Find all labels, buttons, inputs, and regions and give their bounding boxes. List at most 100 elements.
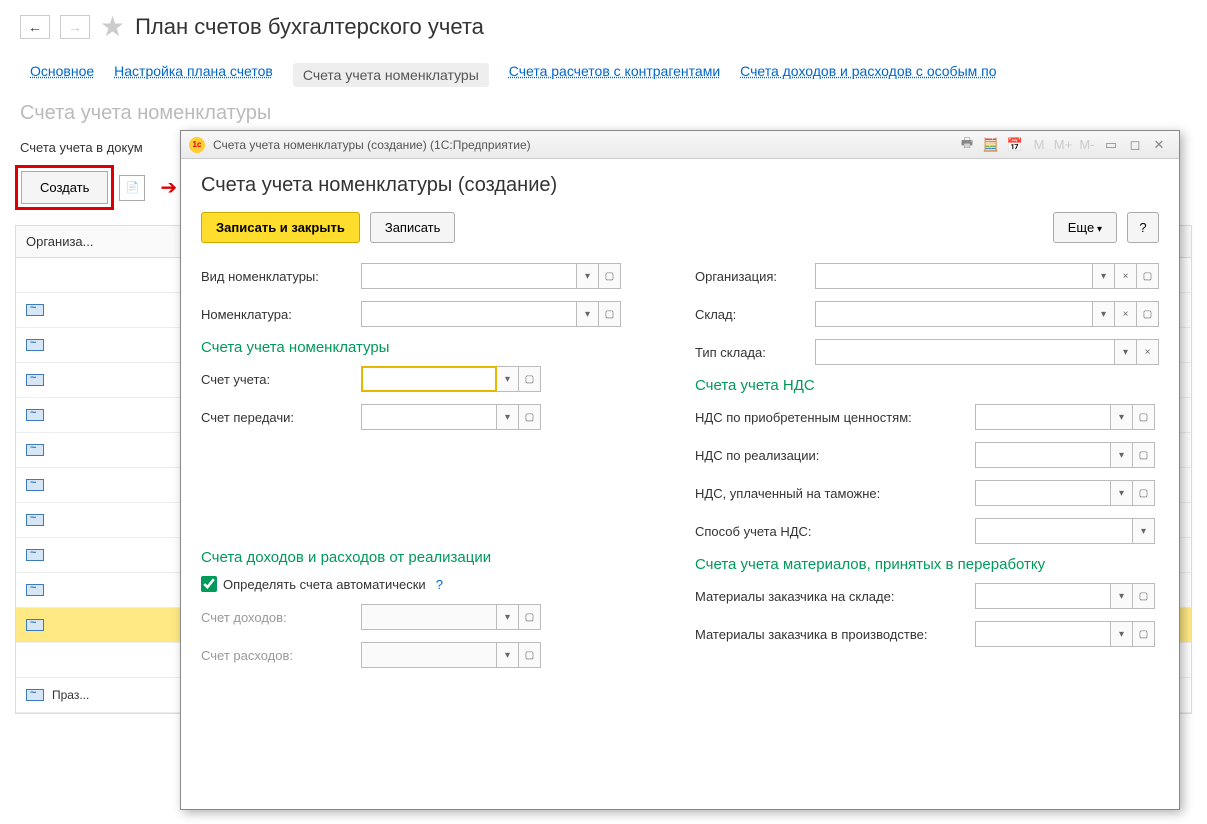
row-icon <box>26 549 44 561</box>
dropdown-icon[interactable]: ▾ <box>497 366 519 392</box>
label-org: Организация: <box>695 269 815 284</box>
dialog-titlebar-text: Счета учета номенклатуры (создание) (1С:… <box>213 138 531 152</box>
row-icon <box>26 514 44 526</box>
clear-icon[interactable]: × <box>1115 263 1137 289</box>
calc-icon[interactable]: 🧮 <box>981 135 1001 155</box>
tab-main[interactable]: Основное <box>30 63 94 87</box>
dropdown-icon[interactable]: ▾ <box>1115 339 1137 365</box>
row-icon <box>26 374 44 386</box>
save-close-button[interactable]: Записать и закрыть <box>201 212 360 243</box>
input-sposob-nds[interactable] <box>975 518 1133 544</box>
label-nomenklatura: Номенклатура: <box>201 307 361 322</box>
tab-income-expense[interactable]: Счета доходов и расходов с особым по <box>740 63 996 87</box>
open-icon[interactable]: ▢ <box>1137 263 1159 289</box>
dropdown-icon[interactable]: ▾ <box>1111 442 1133 468</box>
open-icon: ▢ <box>519 642 541 668</box>
input-schet-ucheta[interactable] <box>361 366 497 392</box>
section-subtitle: Счета учета номенклатуры <box>0 97 1207 130</box>
arrow-annotation-icon: ➔ <box>160 175 177 200</box>
dropdown-icon[interactable]: ▾ <box>577 263 599 289</box>
open-icon[interactable]: ▢ <box>1133 621 1155 647</box>
tab-counterparty-accounts[interactable]: Счета расчетов с контрагентами <box>509 63 720 87</box>
minimize-icon[interactable]: ▭ <box>1101 135 1121 155</box>
save-button[interactable]: Записать <box>370 212 456 243</box>
open-icon[interactable]: ▢ <box>1133 480 1155 506</box>
label-vid-nom: Вид номенклатуры: <box>201 269 361 284</box>
input-nds-tamozh[interactable] <box>975 480 1111 506</box>
maximize-icon[interactable]: ◻ <box>1125 135 1145 155</box>
label-nds-priobr: НДС по приобретенным ценностям: <box>695 410 975 425</box>
calendar-icon[interactable]: 📅 <box>1005 135 1025 155</box>
label-mat-proizv: Материалы заказчика в производстве: <box>695 627 975 642</box>
dialog-titlebar[interactable]: 1c Счета учета номенклатуры (создание) (… <box>181 131 1179 159</box>
dropdown-icon[interactable]: ▾ <box>1111 404 1133 430</box>
open-icon[interactable]: ▢ <box>1133 442 1155 468</box>
dropdown-icon[interactable]: ▾ <box>1093 301 1115 327</box>
create-highlight: Создать <box>15 165 114 210</box>
label-auto-accounts: Определять счета автоматически <box>223 577 426 592</box>
row-icon <box>26 304 44 316</box>
dropdown-icon[interactable]: ▾ <box>1111 621 1133 647</box>
open-icon[interactable]: ▢ <box>1133 583 1155 609</box>
section-nom-accounts: Счета учета номенклатуры <box>201 339 665 356</box>
input-schet-rashodov <box>361 642 497 668</box>
dropdown-icon[interactable]: ▾ <box>577 301 599 327</box>
label-nds-real: НДС по реализации: <box>695 448 975 463</box>
help-hint-icon[interactable]: ? <box>436 577 443 592</box>
checkbox-auto-accounts[interactable] <box>201 576 217 592</box>
open-icon[interactable]: ▢ <box>1133 404 1155 430</box>
dropdown-icon[interactable]: ▾ <box>1133 518 1155 544</box>
open-icon[interactable]: ▢ <box>599 301 621 327</box>
input-org[interactable] <box>815 263 1093 289</box>
input-nds-priobr[interactable] <box>975 404 1111 430</box>
row-label: Праз... <box>52 688 89 702</box>
label-schet-peredachi: Счет передачи: <box>201 410 361 425</box>
row-icon <box>26 584 44 596</box>
dropdown-icon[interactable]: ▾ <box>497 404 519 430</box>
input-nomenklatura[interactable] <box>361 301 577 327</box>
open-icon[interactable]: ▢ <box>519 404 541 430</box>
label-sposob-nds: Способ учета НДС: <box>695 524 975 539</box>
input-mat-proizv[interactable] <box>975 621 1111 647</box>
input-schet-peredachi[interactable] <box>361 404 497 430</box>
input-vid-nom[interactable] <box>361 263 577 289</box>
row-icon <box>26 479 44 491</box>
input-nds-real[interactable] <box>975 442 1111 468</box>
dialog-window: 1c Счета учета номенклатуры (создание) (… <box>180 130 1180 810</box>
label-schet-ucheta: Счет учета: <box>201 372 361 387</box>
favorite-star-icon[interactable]: ★ <box>100 10 125 43</box>
page-title: План счетов бухгалтерского учета <box>135 14 484 40</box>
open-icon: ▢ <box>519 604 541 630</box>
dropdown-icon[interactable]: ▾ <box>1111 480 1133 506</box>
m-icon[interactable]: M <box>1029 135 1049 155</box>
open-icon[interactable]: ▢ <box>519 366 541 392</box>
input-mat-sklad[interactable] <box>975 583 1111 609</box>
create-button[interactable]: Создать <box>21 171 108 204</box>
tab-plan-settings[interactable]: Настройка плана счетов <box>114 63 273 87</box>
dropdown-icon[interactable]: ▾ <box>1093 263 1115 289</box>
mminus-icon[interactable]: M- <box>1077 135 1097 155</box>
create-copy-button[interactable]: 📄 <box>119 175 145 201</box>
clear-icon[interactable]: × <box>1137 339 1159 365</box>
clear-icon[interactable]: × <box>1115 301 1137 327</box>
open-icon[interactable]: ▢ <box>1137 301 1159 327</box>
close-icon[interactable]: ✕ <box>1149 135 1169 155</box>
print-icon[interactable]: 🖶 <box>957 135 977 155</box>
label-sklad: Склад: <box>695 307 815 322</box>
tab-nomenclature-accounts[interactable]: Счета учета номенклатуры <box>293 63 489 87</box>
nav-forward-button[interactable]: → <box>60 15 90 39</box>
input-sklad[interactable] <box>815 301 1093 327</box>
more-button[interactable]: Еще <box>1053 212 1117 243</box>
dropdown-icon[interactable]: ▾ <box>1111 583 1133 609</box>
open-icon[interactable]: ▢ <box>599 263 621 289</box>
section-income-expense: Счета доходов и расходов от реализации <box>201 549 665 566</box>
mplus-icon[interactable]: M+ <box>1053 135 1073 155</box>
dropdown-icon: ▾ <box>497 642 519 668</box>
label-nds-tamozh: НДС, уплаченный на таможне: <box>695 486 975 501</box>
section-nds: Счета учета НДС <box>695 377 1159 394</box>
input-tip-sklada[interactable] <box>815 339 1115 365</box>
help-button[interactable]: ? <box>1127 212 1159 243</box>
nav-back-button[interactable]: ← <box>20 15 50 39</box>
dropdown-icon: ▾ <box>497 604 519 630</box>
row-icon <box>26 689 44 701</box>
